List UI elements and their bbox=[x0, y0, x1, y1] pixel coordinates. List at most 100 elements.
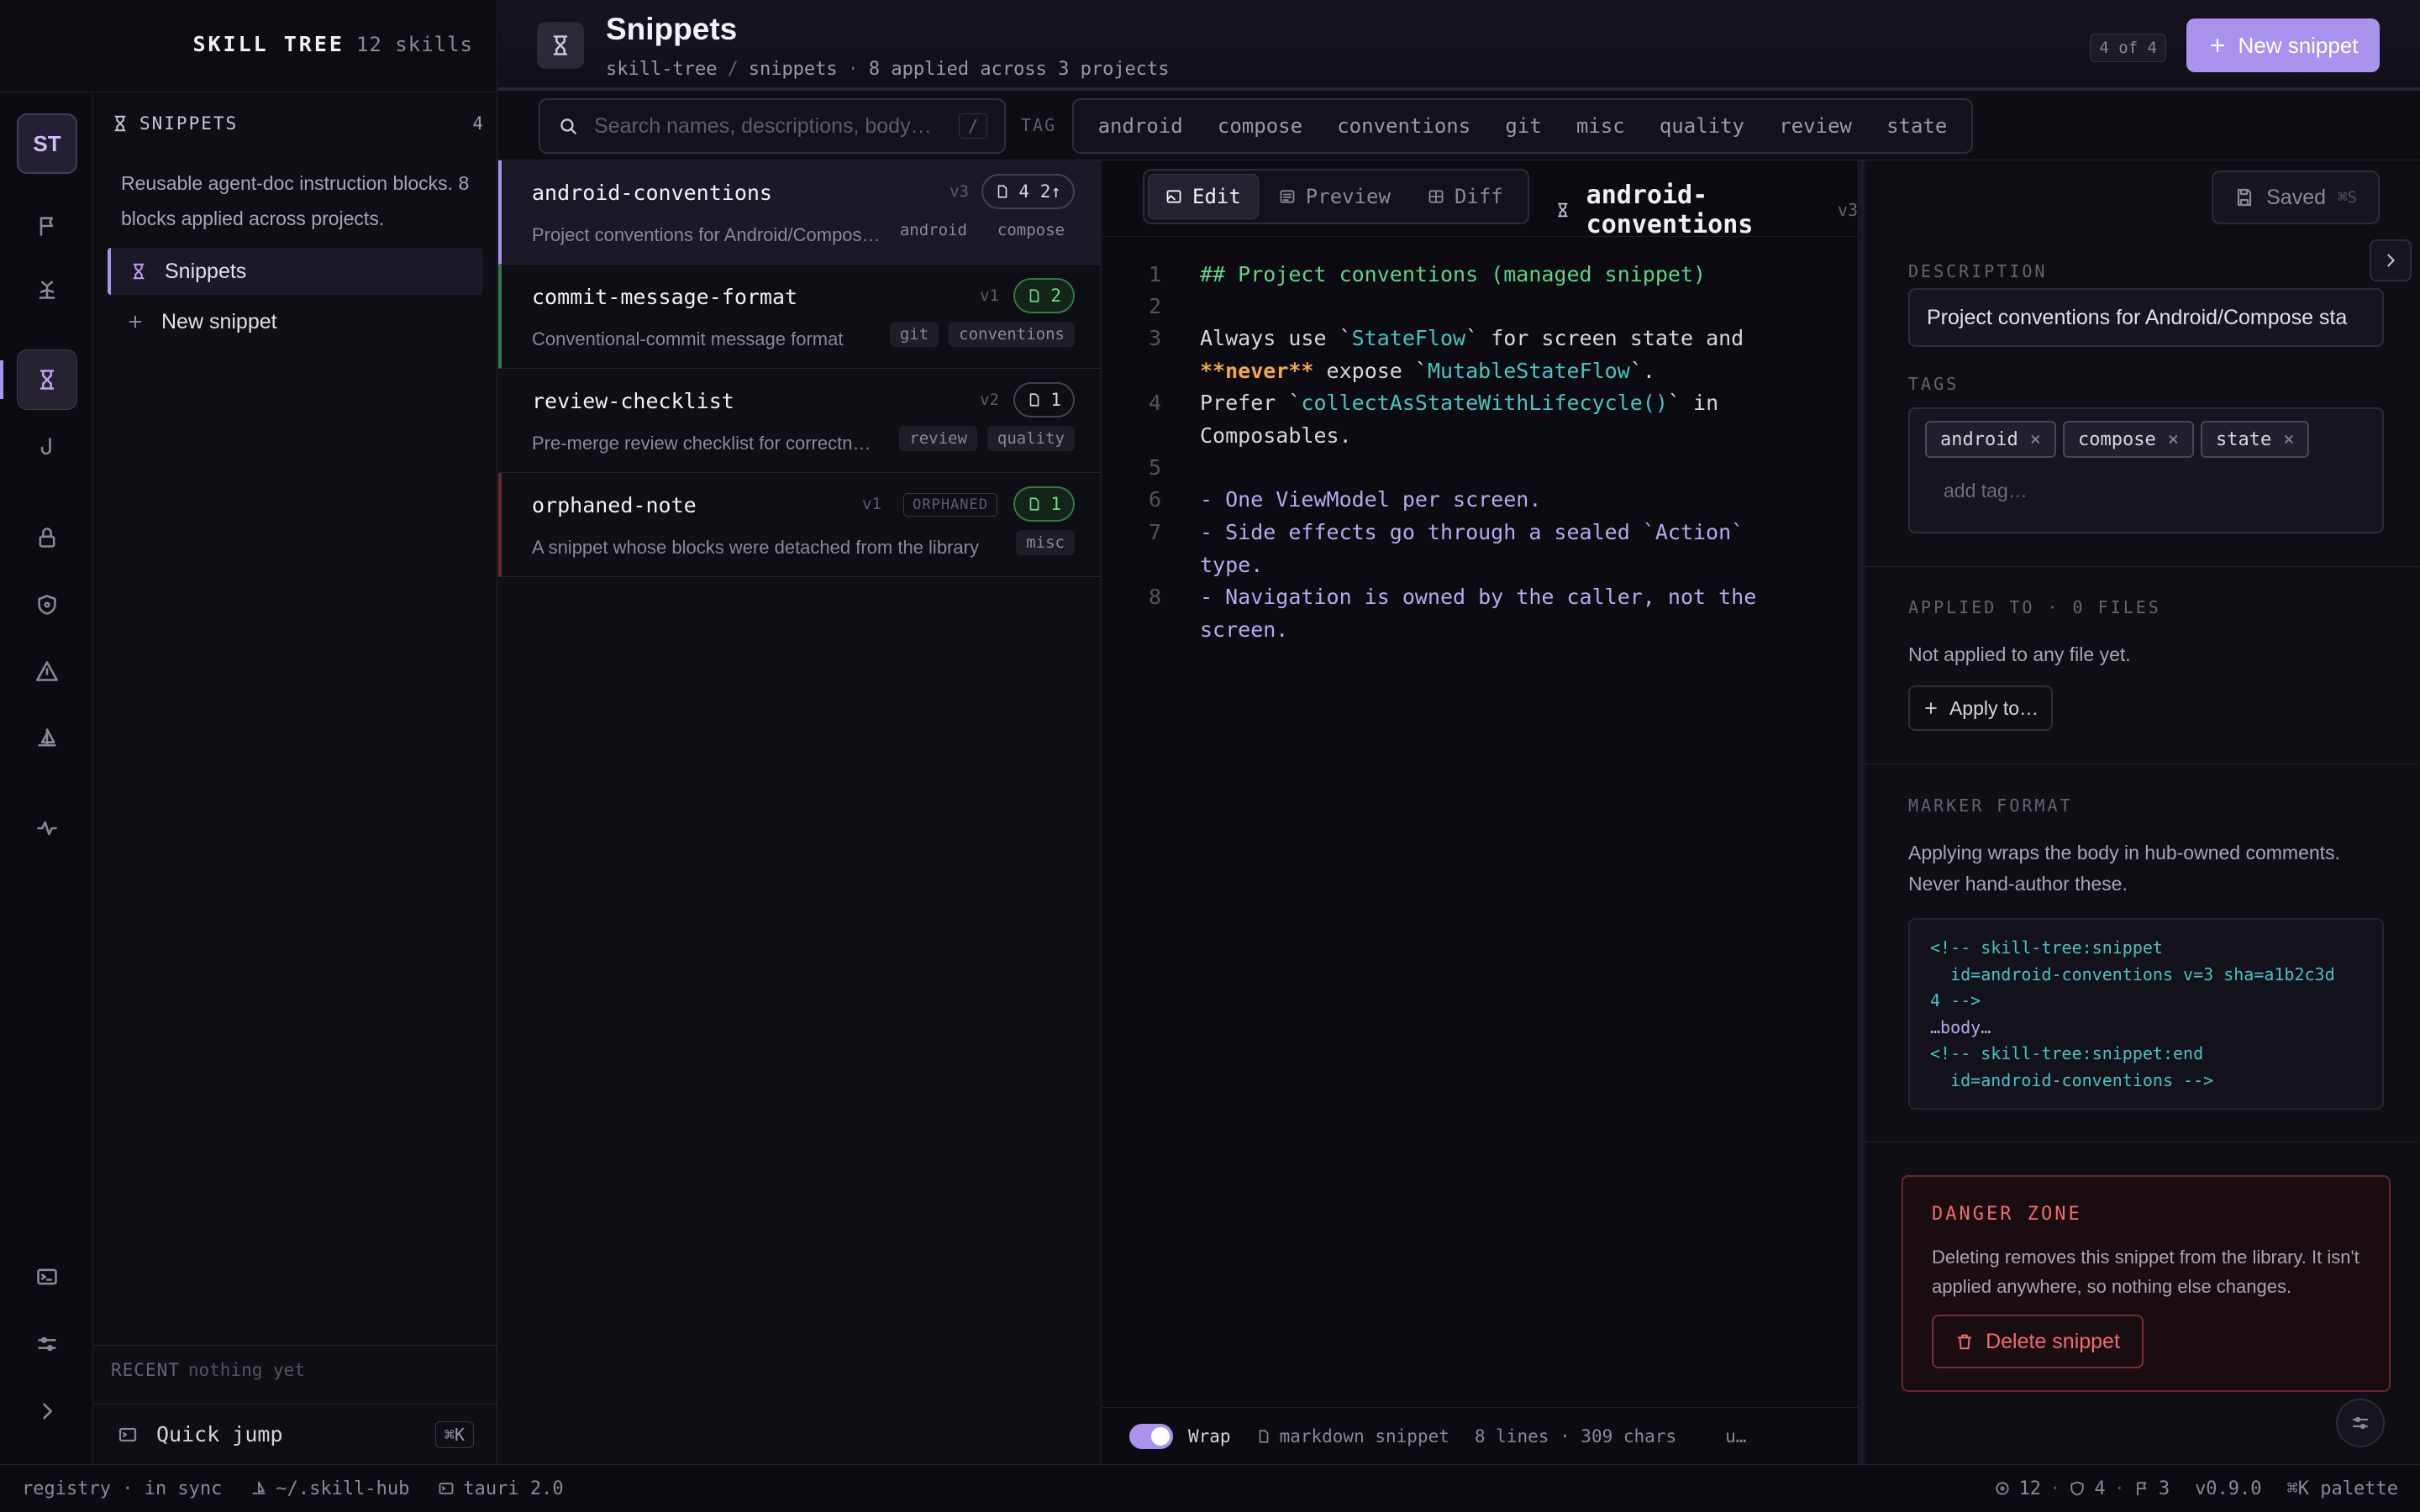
tags-field[interactable]: android × compose × state × add tag… bbox=[1908, 407, 2384, 533]
breadcrumb: skill-tree / snippets · 8 applied across 3 p… bbox=[606, 59, 1170, 80]
sail-icon[interactable] bbox=[17, 708, 77, 769]
apply-to-button[interactable]: Apply to… bbox=[1908, 685, 2053, 731]
editor-file-title: android-conventions v3 bbox=[1555, 181, 1858, 239]
tag-filter-compose[interactable]: compose bbox=[1218, 114, 1302, 138]
tab-preview[interactable]: Preview bbox=[1262, 174, 1407, 219]
sidebar-section-title: SNIPPETS bbox=[139, 113, 239, 134]
breadcrumb-separator: / bbox=[727, 59, 739, 80]
avatar[interactable]: ST bbox=[17, 113, 77, 174]
code-heading: ## Project conventions (managed snippet) bbox=[1200, 262, 1707, 286]
marker-line: <!-- skill-tree:snippet bbox=[1930, 937, 2163, 958]
marker-format-text: Applying wraps the body in hub-owned com… bbox=[1908, 842, 2340, 895]
applied-badge: 2 bbox=[1013, 278, 1075, 313]
line-number: 7 bbox=[1148, 520, 1161, 544]
file-icon bbox=[1030, 289, 1039, 302]
list-item[interactable]: commit-message-format v1 2 Conventional-… bbox=[498, 265, 1102, 369]
wrap-toggle[interactable] bbox=[1129, 1423, 1173, 1449]
tags-label: TAGS bbox=[1908, 374, 1960, 394]
saved-button[interactable]: Saved ⌘S bbox=[2212, 171, 2380, 224]
add-tag-input[interactable]: add tag… bbox=[1944, 480, 2028, 502]
recent-value: nothing yet bbox=[187, 1360, 305, 1380]
snippet-tags: review quality bbox=[899, 426, 1075, 451]
sliders-icon[interactable] bbox=[17, 1314, 77, 1374]
breadcrumb-root[interactable]: skill-tree bbox=[606, 59, 717, 80]
quick-jump-label: Quick jump bbox=[156, 1422, 283, 1446]
terminal-icon[interactable] bbox=[17, 1247, 77, 1307]
save-shortcut: ⌘S bbox=[2338, 188, 2357, 207]
search-input[interactable] bbox=[594, 113, 944, 139]
recent-section: RECENT nothing yet bbox=[111, 1360, 305, 1380]
snippet-version: v1 bbox=[862, 495, 881, 513]
remove-tag-icon[interactable]: × bbox=[2283, 429, 2294, 450]
remove-tag-icon[interactable]: × bbox=[2030, 429, 2041, 450]
list-item[interactable]: android-conventions v3 4 2↑ Project conv… bbox=[498, 160, 1102, 265]
tag-filter-misc[interactable]: misc bbox=[1576, 114, 1625, 138]
file-stats: 8 lines · 309 chars bbox=[1474, 1425, 1677, 1446]
orphaned-badge: ORPHANED bbox=[903, 493, 997, 517]
diff-icon bbox=[1428, 190, 1444, 203]
tag-chip-label: state bbox=[2216, 428, 2272, 450]
code-line: - Side effects go through a sealed `Acti… bbox=[1200, 520, 1744, 544]
sidebar-item-snippets[interactable]: Snippets bbox=[108, 248, 482, 295]
snippets-page-icon bbox=[537, 22, 584, 69]
code-text: ` in bbox=[1667, 391, 1719, 415]
snippet-version: v1 bbox=[980, 286, 999, 305]
breadcrumb-current[interactable]: snippets bbox=[749, 59, 838, 80]
tag-filter-android[interactable]: android bbox=[1098, 114, 1183, 138]
runtime-text: tauri 2.0 bbox=[463, 1478, 564, 1499]
expand-chevron-icon[interactable] bbox=[17, 1381, 77, 1441]
flag-icon[interactable] bbox=[17, 196, 77, 256]
tag-filter-list: android compose conventions git misc qua… bbox=[1072, 98, 1973, 154]
tab-edit[interactable]: Edit bbox=[1148, 174, 1259, 219]
code-line: screen. bbox=[1200, 617, 1289, 642]
recent-label: RECENT bbox=[111, 1360, 180, 1380]
tag-filter-git[interactable]: git bbox=[1505, 114, 1541, 138]
settings-sliders-icon[interactable] bbox=[2336, 1399, 2385, 1447]
footer-counts: 12 · 4 · 3 bbox=[1994, 1478, 2170, 1499]
search-box[interactable]: / bbox=[539, 98, 1006, 154]
hook-icon[interactable] bbox=[17, 417, 77, 478]
warning-icon[interactable] bbox=[17, 641, 77, 701]
tag-chip[interactable]: state × bbox=[2201, 421, 2310, 458]
description-field[interactable]: Project conventions for Android/Compose … bbox=[1908, 288, 2384, 347]
tag-filter-conventions[interactable]: conventions bbox=[1337, 114, 1470, 138]
tag-filter-label: TAG bbox=[1021, 115, 1057, 135]
danger-zone-text: Deleting removes this snippet from the l… bbox=[1932, 1247, 2360, 1297]
list-item[interactable]: orphaned-note v1 ORPHANED 1 A snippet wh… bbox=[498, 473, 1102, 577]
tree-icon[interactable] bbox=[17, 259, 77, 319]
code-line: ## Project conventions (managed snippet) bbox=[1200, 262, 1706, 286]
collapse-chevron-icon[interactable] bbox=[2370, 239, 2412, 281]
tag-chip[interactable]: android × bbox=[1925, 421, 2056, 458]
new-snippet-button[interactable]: New snippet bbox=[2186, 18, 2380, 72]
tag-filter-state[interactable]: state bbox=[1886, 114, 1947, 138]
quick-jump-button[interactable]: Quick jump ⌘K bbox=[94, 1404, 497, 1464]
activity-icon[interactable] bbox=[17, 798, 77, 858]
file-icon bbox=[1030, 393, 1039, 407]
editor-status-bar: Wrap markdown snippet 8 lines · 309 char… bbox=[1102, 1407, 1859, 1464]
code-editor[interactable]: 1 2 3 4 5 6 7 8 ## Project conventions (… bbox=[1102, 236, 1859, 1420]
remove-tag-icon[interactable]: × bbox=[2168, 429, 2179, 450]
result-count-badge: 4 of 4 bbox=[2090, 34, 2166, 62]
lock-icon[interactable] bbox=[17, 507, 77, 568]
snippet-version: v2 bbox=[980, 391, 999, 409]
snippets-nav-icon[interactable] bbox=[17, 349, 77, 410]
applied-to-label: APPLIED TO · 0 FILES bbox=[1908, 597, 2161, 617]
tag-filter-review[interactable]: review bbox=[1779, 114, 1852, 138]
sidebar-item-new-snippet[interactable]: New snippet bbox=[108, 298, 482, 345]
list-item[interactable]: review-checklist v2 1 Pre-merge review c… bbox=[498, 369, 1102, 473]
tag-chip[interactable]: compose × bbox=[2063, 421, 2194, 458]
tab-diff[interactable]: Diff bbox=[1411, 174, 1520, 219]
file-icon bbox=[998, 185, 1007, 198]
command-palette-hint[interactable]: ⌘K palette bbox=[2287, 1478, 2398, 1499]
line-number: 2 bbox=[1148, 294, 1161, 318]
delete-snippet-button[interactable]: Delete snippet bbox=[1932, 1315, 2144, 1368]
tag-filter-quality[interactable]: quality bbox=[1660, 114, 1744, 138]
flags-count: 3 bbox=[2158, 1478, 2170, 1499]
hub-path[interactable]: ~/.skill-hub bbox=[250, 1478, 409, 1499]
marker-line: id=android-conventions --> bbox=[1930, 1069, 2214, 1090]
app-version: v0.9.0 bbox=[2195, 1478, 2262, 1499]
snippet-name: orphaned-note bbox=[532, 493, 697, 517]
status-bar: registry · in sync ~/.skill-hub tauri 2.… bbox=[0, 1464, 2420, 1512]
line-number: 1 bbox=[1148, 262, 1161, 286]
shield-icon[interactable] bbox=[17, 575, 77, 635]
